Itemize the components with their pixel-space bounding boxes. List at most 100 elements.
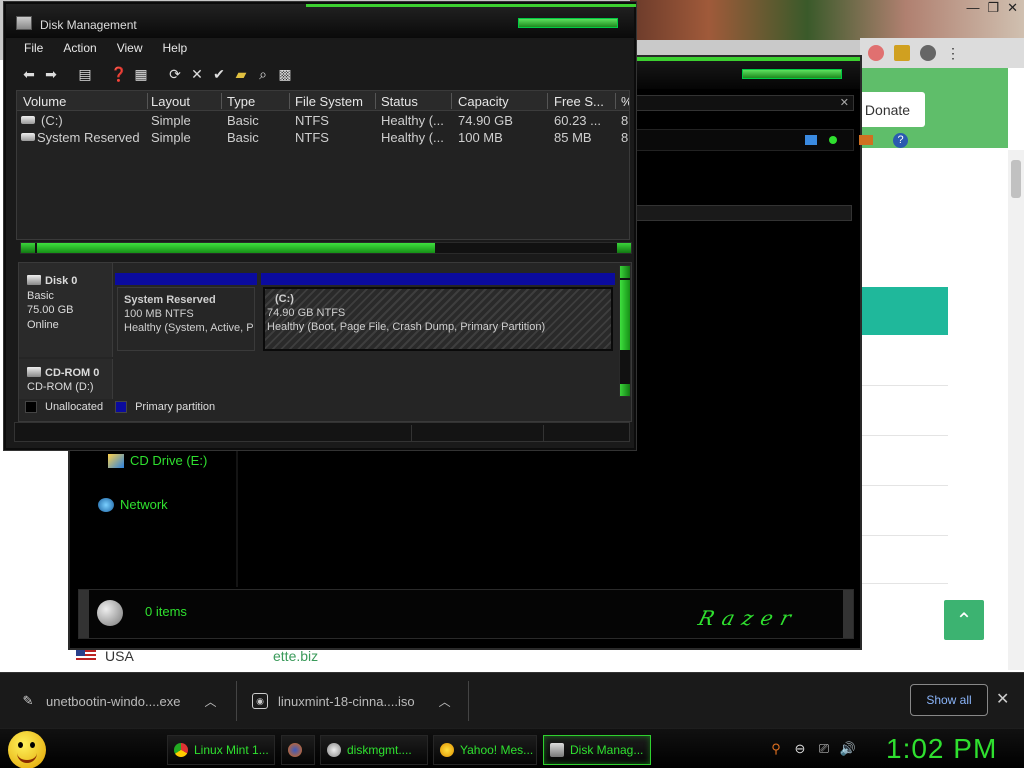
help-icon[interactable]: ? <box>893 133 908 148</box>
table-row[interactable]: (C:) Simple Basic NTFS Healthy (... 74.9… <box>17 112 629 129</box>
partition-name: System Reserved <box>124 294 216 306</box>
page-scroll-thumb[interactable] <box>1011 160 1021 198</box>
column-header-layout[interactable]: Layout <box>151 94 190 109</box>
profile-flag-icon[interactable] <box>868 45 884 61</box>
taskbar-item-chrome[interactable]: Linux Mint 1... <box>167 735 275 765</box>
disk-0-label[interactable]: Disk 0 Basic 75.00 GB Online <box>19 263 113 357</box>
menu-file[interactable]: File <box>14 38 53 60</box>
nav-item-network[interactable]: Network <box>98 497 168 512</box>
hard-disk-icon <box>27 275 41 285</box>
scroll-up-arrow-icon[interactable] <box>620 266 630 278</box>
razer-logo: Razer <box>695 606 802 630</box>
scroll-thumb[interactable] <box>37 243 435 253</box>
show-hide-tree-icon[interactable]: ▤ <box>76 65 94 83</box>
search-icon[interactable]: ⚲ <box>768 741 784 757</box>
browser-background-photo <box>630 0 1024 40</box>
taskbar: Linux Mint 1... diskmgmt.... Yahoo! Mes.… <box>0 728 1024 768</box>
site-link[interactable]: ette.biz <box>273 648 318 664</box>
taskbar-item-firefox[interactable] <box>281 735 315 765</box>
extensions-icon[interactable] <box>894 45 910 61</box>
minimize-icon[interactable]: — <box>966 0 979 18</box>
chevron-up-icon[interactable]: ︿ <box>439 693 451 710</box>
column-header-volume[interactable]: Volume <box>23 94 66 109</box>
delete-icon[interactable]: ✕ <box>188 65 206 83</box>
cdrom-icon <box>27 367 41 377</box>
column-header-type[interactable]: Type <box>227 94 255 109</box>
horizontal-scrollbar[interactable] <box>20 242 632 254</box>
list-view-icon[interactable]: ▩ <box>276 65 294 83</box>
menu-action[interactable]: Action <box>53 38 106 60</box>
browser-window-controls: — ❐ ✕ <box>966 0 1018 18</box>
flag-icon[interactable]: ⊖ <box>792 741 808 757</box>
window-controls[interactable] <box>742 69 842 79</box>
download-item[interactable]: ✎ unetbootin-windo....exe ︿ <box>20 673 217 729</box>
taskbar-item-yahoo-messenger[interactable]: Yahoo! Mes... <box>433 735 537 765</box>
column-header-status[interactable]: Status <box>381 94 418 109</box>
partition-status: Healthy (System, Active, P <box>124 322 254 334</box>
scroll-thumb[interactable] <box>620 280 630 350</box>
table-row-divider <box>860 385 948 386</box>
explorer-status-bar: 0 items Razer <box>78 589 854 639</box>
more-menu-icon[interactable]: ⋮ <box>946 45 960 62</box>
show-all-button[interactable]: Show all <box>910 684 988 716</box>
back-arrow-icon[interactable]: ⬅ <box>20 65 38 83</box>
table-row[interactable]: System Reserved Simple Basic NTFS Health… <box>17 129 629 146</box>
disk-management-window: Disk Management File Action View Help ⬅ … <box>4 2 636 450</box>
open-folder-icon[interactable]: ▰ <box>232 65 250 83</box>
vertical-scrollbar[interactable] <box>619 265 631 397</box>
layout-icon[interactable] <box>859 135 873 145</box>
taskbar-item-disk-management[interactable]: Disk Manag... <box>543 735 651 765</box>
properties-icon[interactable]: ▦ <box>132 65 150 83</box>
column-header-percent-free[interactable]: % <box>621 94 629 109</box>
window-titlebar[interactable]: Disk Management <box>6 4 636 38</box>
chevron-up-icon[interactable]: ︿ <box>204 693 216 710</box>
table-row-divider <box>860 583 948 584</box>
window-controls[interactable] <box>518 18 618 28</box>
column-header-file-system[interactable]: File System <box>295 94 363 109</box>
refresh-icon[interactable]: ⟳ <box>166 65 184 83</box>
disk-state: Online <box>27 319 59 331</box>
scroll-right-arrow-icon[interactable] <box>617 243 631 253</box>
volume-icon[interactable]: 🔊 <box>840 741 856 757</box>
partition-c[interactable]: (C:) 74.90 GB NTFS Healthy (Boot, Page F… <box>263 287 613 351</box>
close-icon[interactable]: ✕ <box>1007 0 1018 18</box>
clock[interactable]: 1:02 PM <box>886 733 997 765</box>
table-row-divider <box>860 535 948 536</box>
cell-percent-free: 8 <box>621 130 629 145</box>
page-scrollbar[interactable] <box>1008 150 1024 670</box>
check-icon[interactable]: ✔ <box>210 65 228 83</box>
column-header-capacity[interactable]: Capacity <box>458 94 509 109</box>
cdrom-0-label[interactable]: CD-ROM 0 CD-ROM (D:) <box>19 359 113 399</box>
volume-list: Volume Layout Type File System Status Ca… <box>16 90 630 240</box>
help-icon[interactable]: ❓ <box>110 65 128 83</box>
network-icon[interactable]: ⎚ <box>816 741 832 757</box>
forward-arrow-icon[interactable]: ➡ <box>42 65 60 83</box>
legend: Unallocated Primary partition <box>25 401 215 413</box>
view-icon[interactable] <box>805 135 817 145</box>
partition-name: (C:) <box>275 293 294 305</box>
nav-item-cd-drive[interactable]: CD Drive (E:) <box>108 453 207 468</box>
scroll-to-top-button[interactable]: ⌃ <box>944 600 984 640</box>
restore-icon[interactable]: ❐ <box>987 0 999 18</box>
menu-help[interactable]: Help <box>153 38 198 60</box>
column-header-free-space[interactable]: Free S... <box>554 94 604 109</box>
preview-icon[interactable] <box>829 136 837 144</box>
table-row-divider <box>860 485 948 486</box>
partition-system-reserved[interactable]: System Reserved 100 MB NTFS Healthy (Sys… <box>117 287 255 351</box>
explorer-command-bar: ? <box>630 129 908 151</box>
disk-size: 75.00 GB <box>27 304 74 316</box>
menu-view[interactable]: View <box>107 38 153 60</box>
explorer-search-box[interactable]: ✕ <box>630 95 854 111</box>
iso-file-icon: ◉ <box>252 693 268 709</box>
search-icon[interactable]: ⌕ <box>254 65 272 83</box>
taskbar-item-diskmgmt-file[interactable]: diskmgmt.... <box>320 735 428 765</box>
start-button[interactable] <box>8 731 46 768</box>
firefox-icon <box>288 743 302 757</box>
scroll-down-arrow-icon[interactable] <box>620 384 630 396</box>
cell-capacity: 100 MB <box>458 130 503 145</box>
download-item[interactable]: ◉ linuxmint-18-cinna....iso ︿ <box>252 673 451 729</box>
cell-status: Healthy (... <box>381 130 444 145</box>
scroll-left-arrow-icon[interactable] <box>21 243 35 253</box>
close-icon[interactable]: ✕ <box>996 689 1009 709</box>
account-icon[interactable] <box>920 45 936 61</box>
